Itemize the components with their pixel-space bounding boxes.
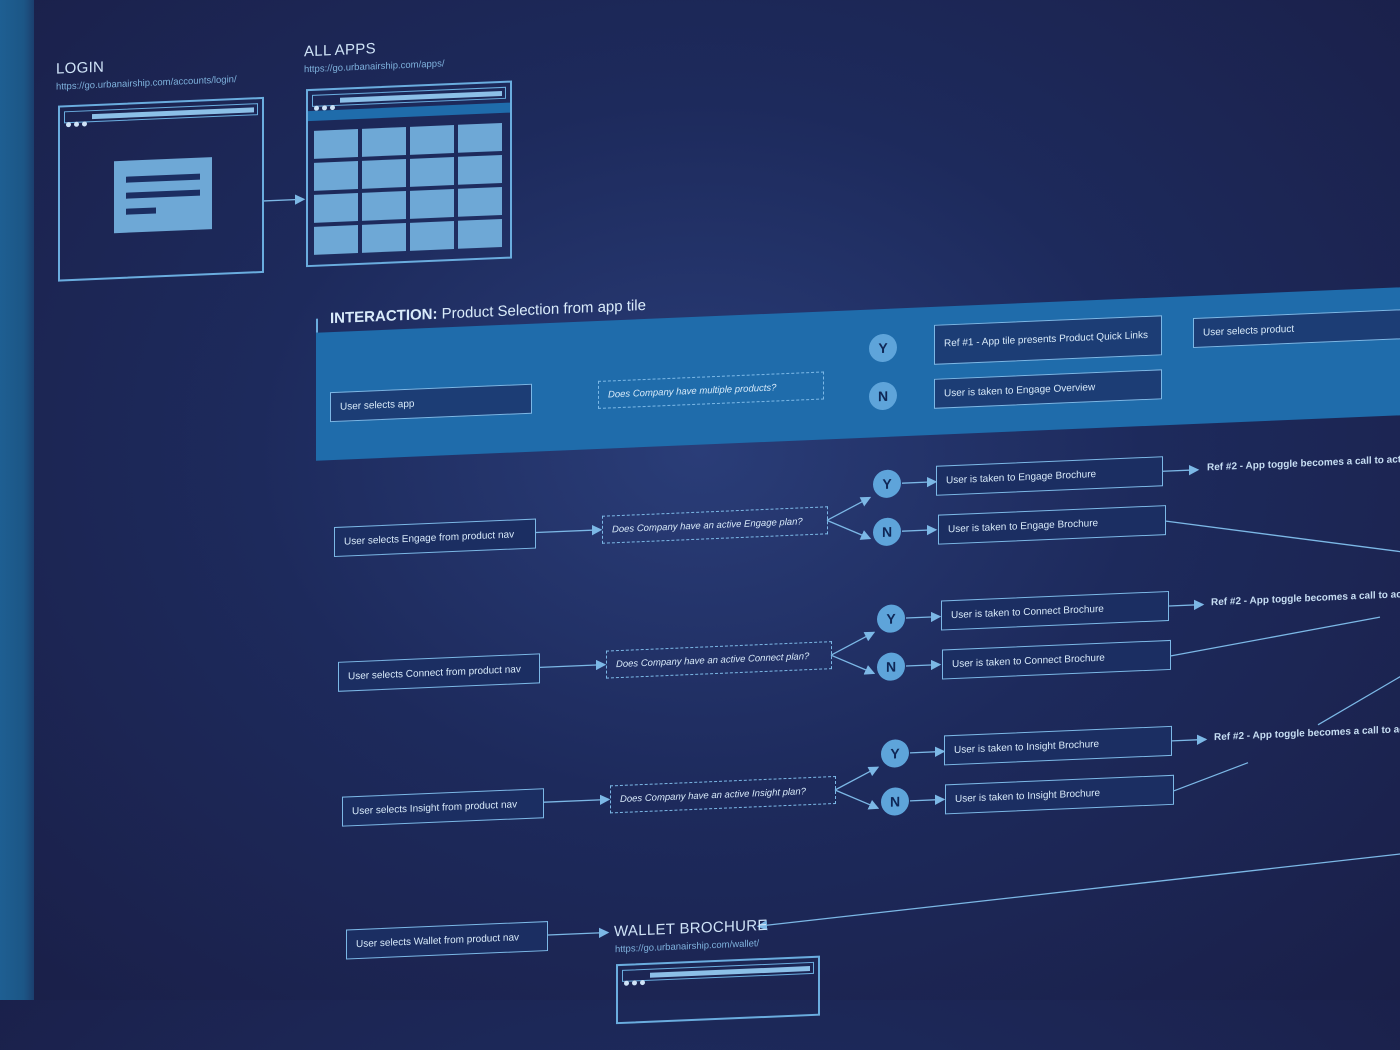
connector-flow3-start	[540, 659, 607, 671]
connector-flow4-return	[1173, 762, 1249, 792]
app-tile	[314, 128, 358, 159]
connector-flow4-start	[544, 794, 611, 806]
connector-flow2-no	[826, 519, 872, 540]
app-tile	[458, 218, 502, 249]
app-tile	[458, 154, 502, 185]
app-tile	[314, 224, 358, 255]
wallet-window-dots	[624, 972, 648, 986]
app-tile	[410, 220, 454, 251]
app-tile	[362, 222, 406, 253]
connector-flow2-yes-out	[902, 476, 938, 488]
connector-flow3-diag	[1317, 670, 1400, 726]
connector-flow5-start	[548, 927, 610, 939]
connector-flow3-ref	[1169, 599, 1205, 611]
connector-flow3-yes-out	[906, 611, 942, 623]
connector-flow2-return	[1165, 520, 1400, 554]
connector-flow3-no	[830, 654, 876, 675]
app-tile	[362, 190, 406, 221]
connector-login-to-apps	[264, 194, 306, 205]
apps-window-dots	[314, 97, 338, 111]
all-apps-title: ALL APPS	[304, 40, 376, 61]
app-tile	[458, 186, 502, 217]
connector-flow4-yes	[834, 766, 880, 791]
connector-flow2-start	[536, 524, 603, 536]
connector-flow4-yes-out	[910, 746, 946, 758]
connector-flow2-yes	[826, 496, 872, 521]
app-tile	[458, 122, 502, 153]
connector-flow4-ref	[1172, 734, 1208, 746]
app-tile	[410, 124, 454, 155]
connector-flow4-no-out	[910, 794, 946, 806]
login-title: LOGIN	[56, 58, 105, 78]
app-tile	[410, 188, 454, 219]
connector-flow4-no	[834, 789, 880, 810]
login-window-dots	[66, 113, 90, 128]
connector-flow2-no-out	[902, 524, 938, 536]
wallet-wireframe	[616, 955, 820, 1025]
flow-board: LOGIN https://go.urbanairship.com/accoun…	[0, 0, 1400, 1025]
login-wireframe	[58, 96, 264, 282]
app-tile	[410, 156, 454, 187]
app-tile	[314, 192, 358, 223]
title-marker	[316, 318, 318, 333]
connector-flow2-ref	[1163, 464, 1200, 476]
app-tile	[362, 126, 406, 157]
all-apps-wireframe	[306, 80, 512, 268]
connector-flow3-return	[1170, 616, 1381, 657]
connector-wallet-return	[756, 852, 1400, 931]
app-tile	[362, 158, 406, 189]
connector-flow3-no-out	[906, 659, 942, 671]
connector-flow3-yes	[830, 631, 876, 656]
login-form-box	[114, 157, 212, 234]
app-tile	[314, 160, 358, 191]
